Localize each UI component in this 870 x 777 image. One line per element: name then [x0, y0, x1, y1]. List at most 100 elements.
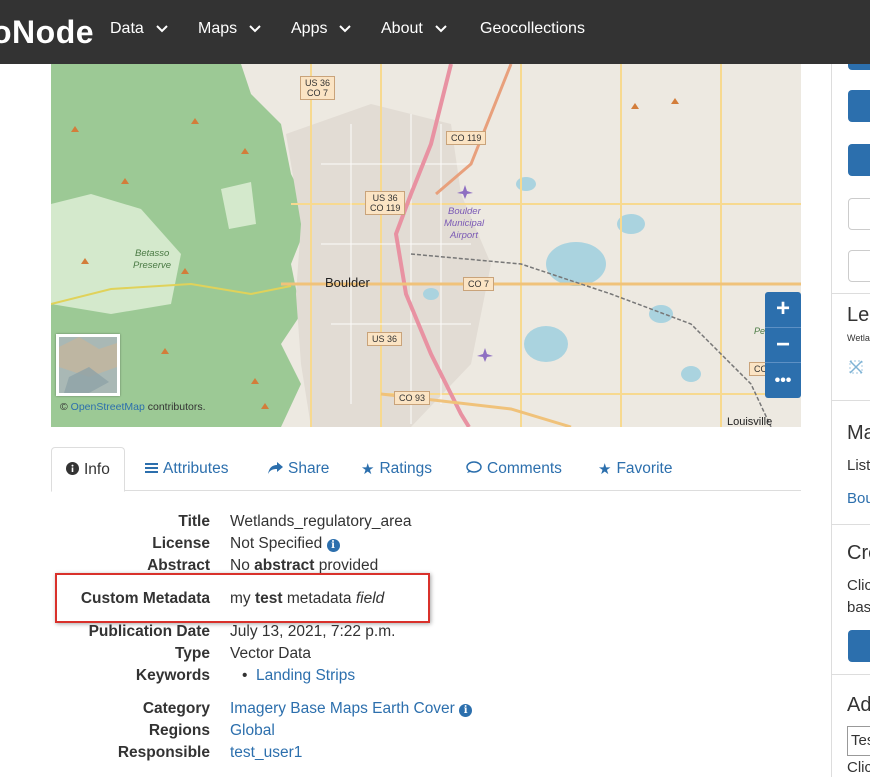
shield-text: US 36: [305, 78, 331, 88]
right-sidebar: Leg Wetla Ma List Bou Cre Clic bas Ad Te…: [831, 64, 870, 777]
abstract-bold: abstract: [254, 557, 315, 574]
bullet-icon: •: [242, 667, 248, 684]
zoom-out-button[interactable]: −: [765, 328, 801, 364]
place-label-pe: Pe: [754, 326, 766, 336]
tab-ratings[interactable]: ★ Ratings: [361, 447, 432, 491]
maps-heading: Ma: [847, 422, 870, 444]
map-viewer[interactable]: Boulder Betasso Preserve Boulder Municip…: [51, 64, 801, 427]
shield-text: CO 119: [370, 203, 401, 213]
publication-date-label: Publication Date: [88, 623, 210, 640]
nav-maps[interactable]: Maps: [198, 20, 261, 38]
place-label-betasso: Betasso: [135, 248, 170, 259]
chevron-down-icon: [249, 20, 261, 38]
minimap-toggle[interactable]: [56, 334, 120, 396]
map-tiles: [51, 64, 801, 427]
license-label: License: [152, 535, 210, 552]
place-label-airport: Boulder: [448, 206, 481, 217]
keyword-link[interactable]: Landing Strips: [256, 667, 355, 684]
place-label-preserve: Preserve: [133, 260, 172, 271]
nav-apps[interactable]: Apps: [291, 20, 352, 38]
nav-data[interactable]: Data: [110, 20, 168, 38]
map-attribution: © OpenStreetMap contributors.: [60, 401, 206, 413]
regions-label: Regions: [148, 722, 210, 739]
info-icon[interactable]: i: [459, 704, 473, 717]
sidebar-button[interactable]: [848, 90, 870, 122]
tab-comments[interactable]: Comments: [466, 447, 562, 491]
regions-link[interactable]: Global: [230, 721, 275, 741]
layer-detail-tabs: Info Attributes Share ★ Ratings Comments…: [51, 447, 801, 492]
copyright-symbol: ©: [60, 401, 68, 413]
tab-ratings-label: Ratings: [379, 460, 433, 477]
nav-maps-label: Maps: [198, 20, 238, 37]
shield-text: CO 7: [307, 88, 329, 98]
sidebar-button[interactable]: [848, 198, 870, 230]
place-label-louisville: Louisville: [727, 416, 773, 427]
tab-attributes[interactable]: Attributes: [145, 447, 228, 491]
sidebar-button[interactable]: [848, 64, 870, 70]
chevron-down-icon: [156, 20, 168, 38]
share-icon: [268, 461, 283, 477]
create-map-button[interactable]: [848, 630, 870, 662]
nav-geocollections-label: Geocollections: [480, 20, 585, 37]
publication-date-value: July 13, 2021, 7:22 p.m.: [230, 623, 396, 640]
legend-heading: Leg: [847, 304, 870, 326]
sidebar-button[interactable]: [848, 144, 870, 176]
divider: [832, 293, 870, 294]
tab-favorite[interactable]: ★ Favorite: [598, 447, 672, 491]
tab-info[interactable]: Info: [51, 447, 125, 492]
tab-share[interactable]: Share: [268, 447, 329, 491]
highway-shield: US 36 CO 7: [300, 76, 336, 100]
keywords-label: Keywords: [135, 667, 210, 684]
star-icon: ★: [361, 461, 375, 478]
highway-shield: US 36: [367, 332, 403, 346]
license-value: Not Specified: [230, 535, 323, 552]
top-navbar: oNode Data Maps Apps About Geocollection…: [0, 0, 870, 64]
legend-layer-name: Wetla: [847, 333, 870, 343]
chevron-down-icon: [339, 20, 352, 38]
highway-shield: US 36 CO 119: [365, 191, 406, 215]
tab-comments-label: Comments: [487, 460, 562, 477]
highway-shield: CO 7: [463, 277, 495, 291]
abstract-text: No: [230, 557, 250, 574]
comment-icon: [466, 461, 482, 477]
chevron-down-icon: [435, 20, 447, 38]
highway-shield: CO 119: [446, 131, 487, 145]
star-icon: ★: [598, 461, 612, 478]
info-circle-icon: [66, 461, 79, 478]
tab-share-label: Share: [288, 460, 330, 477]
add-text: Clic: [847, 759, 870, 776]
add-input[interactable]: Tes: [847, 726, 870, 756]
place-label-airport: Municipal: [444, 218, 485, 229]
openstreetmap-link[interactable]: OpenStreetMap: [71, 401, 145, 413]
license-value-wrap: Not Specified i: [230, 534, 340, 554]
legend-swatch-icon: [849, 360, 863, 379]
highlight-box: [55, 573, 430, 623]
create-text: bas: [847, 599, 870, 616]
category-label: Category: [142, 700, 210, 717]
tab-attributes-label: Attributes: [163, 460, 229, 477]
sidebar-button[interactable]: [848, 250, 870, 282]
list-icon: [145, 461, 158, 477]
zoom-in-button[interactable]: +: [765, 292, 801, 328]
add-heading: Ad: [847, 694, 870, 716]
map-zoom-controls: + − •••: [765, 292, 801, 398]
place-label-airport: Airport: [450, 230, 478, 241]
keywords-list: • Landing Strips: [242, 666, 355, 686]
category-value-wrap: Imagery Base Maps Earth Cover i: [230, 699, 473, 719]
responsible-link[interactable]: test_user1: [230, 743, 302, 763]
tab-info-label: Info: [84, 460, 110, 478]
brand-logo[interactable]: oNode: [0, 14, 94, 51]
create-text: Clic: [847, 577, 870, 594]
category-link[interactable]: Imagery Base Maps Earth Cover: [230, 700, 455, 717]
title-label: Title: [178, 513, 210, 530]
abstract-text: provided: [318, 557, 379, 574]
shield-text: US 36: [372, 193, 398, 203]
nav-about[interactable]: About: [381, 20, 447, 38]
attribution-suffix: contributors.: [147, 401, 206, 413]
highway-shield: CO 93: [394, 391, 431, 405]
maps-link[interactable]: Bou: [847, 490, 870, 507]
type-value: Vector Data: [230, 645, 311, 662]
info-icon[interactable]: i: [326, 539, 340, 552]
more-options-button[interactable]: •••: [765, 363, 801, 398]
nav-geocollections[interactable]: Geocollections: [480, 20, 585, 38]
